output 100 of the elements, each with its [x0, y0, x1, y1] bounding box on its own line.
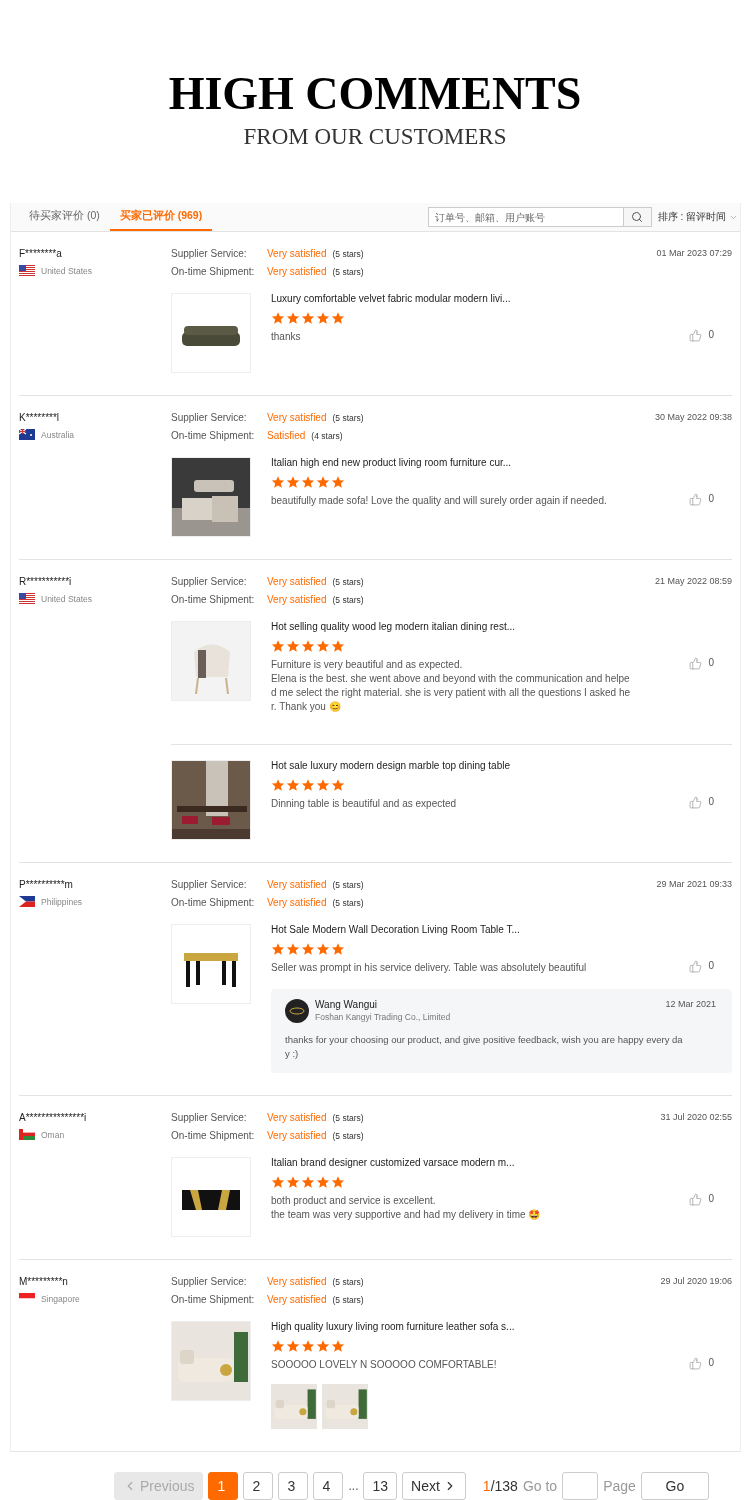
reply-date: 12 Mar 2021	[665, 999, 716, 1009]
star-icon	[271, 311, 285, 325]
thumbs-up-icon[interactable]	[689, 493, 703, 506]
search-field[interactable]: 订单号、邮箱、用户账号	[427, 207, 624, 227]
rating-label: Supplier Service:	[171, 576, 248, 587]
rating-stars-text: (5 stars)	[332, 1131, 364, 1141]
seller-company: Foshan Kangyi Trading Co., Limited	[315, 1012, 452, 1022]
star-icon	[301, 942, 315, 956]
star-icon	[271, 475, 285, 489]
flag-icon	[19, 593, 35, 604]
buyer-name: R***********i	[19, 576, 73, 587]
buyer-name: A***************i	[19, 1112, 88, 1123]
page-title: HIGH COMMENTS	[168, 70, 582, 118]
review-date: 21 May 2022 08:59	[654, 576, 732, 588]
like-count: 0	[708, 796, 714, 807]
star-icon	[286, 639, 300, 653]
like-count: 0	[708, 1193, 714, 1204]
review-comment: Seller was prompt in his service delivery. Table was absolutely beautiful	[271, 961, 588, 975]
star-icon	[301, 475, 315, 489]
reply-text: thanks for your choosing our product, and give positive feedback, wish you are happy every da y :)	[285, 1033, 684, 1061]
rating-value: Satisfied	[267, 430, 306, 441]
star-icon	[286, 942, 300, 956]
star-icon	[301, 1339, 315, 1353]
go-to-label: Go to	[522, 1478, 558, 1494]
product-title[interactable]: Hot Sale Modern Wall Decoration Living Room Table T...	[271, 924, 690, 935]
product-title[interactable]: Hot sale luxury modern design marble top dining table	[271, 760, 690, 771]
rating-label: On-time Shipment:	[171, 266, 256, 277]
page-button[interactable]: 2	[243, 1472, 274, 1500]
thumbs-up-icon[interactable]	[689, 1357, 703, 1370]
rating-label: On-time Shipment:	[171, 1130, 256, 1141]
product-title[interactable]: Italian high end new product living room furniture cur...	[271, 457, 690, 468]
review-comment: both product and service is excellent. the team was very supportive and had my delivery in time 🤩	[271, 1194, 542, 1222]
star-icon	[301, 639, 315, 653]
star-icon	[301, 1175, 315, 1189]
rating-label: Supplier Service:	[171, 879, 248, 890]
rating-stars-text: (5 stars)	[332, 413, 364, 423]
buyer-name: K********l	[19, 412, 61, 423]
buyer-name: P**********m	[19, 879, 74, 890]
like-count: 0	[708, 657, 714, 668]
thumbs-up-icon[interactable]	[689, 657, 703, 670]
page-input[interactable]	[562, 1472, 599, 1500]
flag-icon	[19, 1129, 35, 1140]
rating-value: Very satisfied	[267, 1130, 327, 1141]
rating-stars-text: (5 stars)	[332, 880, 364, 890]
search-button[interactable]	[623, 207, 652, 227]
review-date: 31 Jul 2020 02:55	[660, 1112, 732, 1124]
star-icon	[286, 311, 300, 325]
rating-stars-text: (5 stars)	[332, 1113, 364, 1123]
star-icon	[331, 639, 345, 653]
thumbs-up-icon[interactable]	[689, 329, 703, 342]
like-count: 0	[708, 1357, 714, 1368]
sort-dropdown[interactable]: 排序 : 留评时间	[651, 203, 740, 231]
page-button[interactable]: 3	[278, 1472, 309, 1500]
star-icon	[286, 778, 300, 792]
tab[interactable]: 待买家评价 (0)	[19, 203, 110, 231]
star-icon	[316, 778, 330, 792]
star-icon	[301, 311, 315, 325]
page-subtitle: FROM OUR CUSTOMERS	[243, 124, 507, 150]
star-icon	[331, 778, 345, 792]
rating-label: Supplier Service:	[171, 412, 248, 423]
rating-value: Very satisfied	[267, 576, 327, 587]
go-button[interactable]: Go	[640, 1472, 709, 1500]
rating-value: Very satisfied	[267, 1112, 327, 1123]
buyer-name: M*********n	[19, 1276, 69, 1287]
country-name: Singapore	[41, 1293, 80, 1304]
review-comment: SOOOOO LOVELY N SOOOOO COMFORTABLE!	[271, 1358, 498, 1372]
page-button[interactable]: 13	[363, 1472, 398, 1500]
rating-stars-text: (4 stars)	[311, 431, 343, 441]
page-label: Page	[603, 1478, 636, 1494]
ellipsis: ...	[348, 1479, 359, 1493]
flag-icon	[19, 896, 35, 907]
thumbs-up-icon[interactable]	[689, 960, 703, 973]
rating-label: On-time Shipment:	[171, 897, 256, 908]
avatar-icon	[285, 999, 309, 1023]
star-icon	[271, 942, 285, 956]
country-name: Australia	[41, 429, 75, 440]
country-name: Oman	[41, 1129, 65, 1140]
star-icon	[271, 1339, 285, 1353]
rating-stars-text: (5 stars)	[332, 267, 364, 277]
rating-label: Supplier Service:	[171, 1276, 248, 1287]
star-icon	[286, 475, 300, 489]
like-count: 0	[708, 493, 714, 504]
review-comment: Dinning table is beautiful and as expected	[271, 797, 458, 811]
page-button[interactable]: 4	[313, 1472, 344, 1500]
rating-value: Very satisfied	[267, 1294, 327, 1305]
product-title[interactable]: Luxury comfortable velvet fabric modular modern livi...	[271, 293, 690, 304]
thumbs-up-icon[interactable]	[689, 1193, 703, 1206]
next-button[interactable]: Next	[402, 1472, 466, 1500]
rating-label: On-time Shipment:	[171, 594, 256, 605]
product-title[interactable]: High quality luxury living room furniture leather sofa s...	[271, 1321, 690, 1332]
rating-stars-text: (5 stars)	[332, 1295, 364, 1305]
rating-stars-text: (5 stars)	[332, 577, 364, 587]
star-icon	[286, 1175, 300, 1189]
review-date: 29 Mar 2021 09:33	[656, 879, 732, 891]
product-title[interactable]: Hot selling quality wood leg modern italian dining rest...	[271, 621, 690, 632]
product-title[interactable]: Italian brand designer customized varsace modern m...	[271, 1157, 690, 1168]
country-name: United States	[41, 265, 93, 276]
star-icon	[301, 778, 315, 792]
review-comment: beautifully made sofa! Love the quality and will surely order again if needed.	[271, 494, 608, 508]
thumbs-up-icon[interactable]	[689, 796, 703, 809]
